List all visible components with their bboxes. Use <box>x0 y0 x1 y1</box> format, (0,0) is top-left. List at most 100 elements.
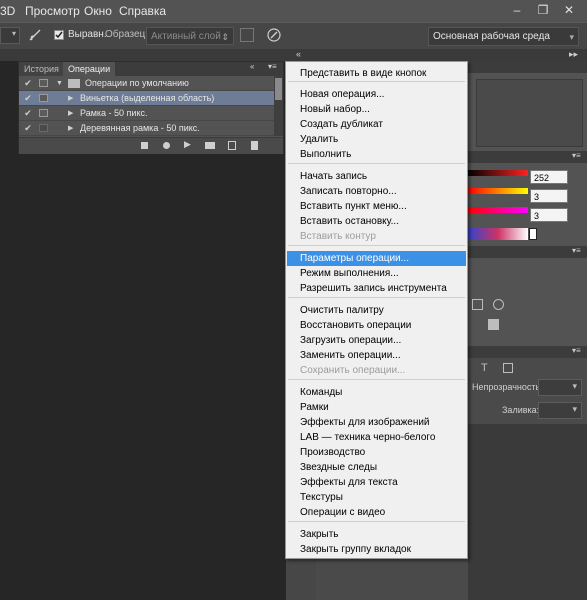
menu-item[interactable]: Очистить палитру <box>287 303 466 318</box>
green-value-field[interactable]: 3 <box>530 189 568 203</box>
menu-item[interactable]: Разрешить запись инструмента <box>287 281 466 296</box>
trash-icon[interactable] <box>251 141 258 150</box>
toggle-check-icon[interactable]: ✔ <box>23 121 33 136</box>
menu-separator <box>288 245 465 246</box>
align-checkbox[interactable] <box>54 30 64 40</box>
chevron-down-icon: ▾ <box>572 404 577 414</box>
expand-triangle-icon[interactable]: ▶ <box>68 121 73 136</box>
workspace-select[interactable]: Основная рабочая среда ▾ <box>428 27 579 46</box>
navigator-preview <box>476 79 583 147</box>
workspace-select-value: Основная рабочая среда <box>433 31 550 42</box>
menu-item[interactable]: Записать повторно... <box>287 184 466 199</box>
menu-item[interactable]: Новый набор... <box>287 102 466 117</box>
action-row-selected[interactable]: ✔ ▶ Виньетка (выделенная область) <box>19 91 274 106</box>
blue-slider-track[interactable] <box>468 207 528 213</box>
red-value-field[interactable]: 252 <box>530 170 568 184</box>
blue-value-field[interactable]: 3 <box>530 208 568 222</box>
dialog-toggle-icon[interactable] <box>39 79 48 87</box>
panel-menu-icon[interactable]: ▾≡ <box>572 246 581 255</box>
expand-triangle-icon[interactable]: ▶ <box>68 106 73 121</box>
menu-item: Сохранить операции... <box>300 365 406 376</box>
action-row[interactable]: ✔ ▶ Рамка - 50 пикс. <box>19 106 274 121</box>
menu-item[interactable]: Звездные следы <box>287 460 466 475</box>
green-slider-track[interactable] <box>468 188 528 194</box>
menu-item[interactable]: Эффекты для текста <box>287 475 466 490</box>
menu-item[interactable]: Вставить пункт меню... <box>287 199 466 214</box>
record-icon[interactable] <box>163 142 170 149</box>
menu-item[interactable]: Начать запись <box>287 169 466 184</box>
stop-icon[interactable] <box>141 142 148 149</box>
expand-triangle-icon[interactable]: ▶ <box>68 91 73 106</box>
menu-item[interactable]: Заменить операции... <box>287 348 466 363</box>
panel-menu-icon[interactable]: ▾≡ <box>572 151 581 160</box>
fill-field[interactable]: ▾ <box>538 402 582 419</box>
menu-item[interactable]: Производство <box>287 445 466 460</box>
close-window-icon[interactable]: ✕ <box>560 2 578 18</box>
dialog-toggle-icon[interactable] <box>39 109 48 117</box>
toggle-check-icon[interactable]: ✔ <box>23 91 33 106</box>
menu-item[interactable]: Операции с видео <box>287 505 466 520</box>
toggle-check-icon[interactable]: ✔ <box>23 76 33 91</box>
menu-item[interactable]: Представить в виде кнопок <box>287 66 466 81</box>
action-set-row[interactable]: ✔ ▼ Операции по умолчанию <box>19 76 274 91</box>
action-row[interactable]: ✔ ▶ Деревянная рамка - 50 пикс. <box>19 121 274 136</box>
sample-select[interactable]: Активный слой ⇕ <box>146 27 234 45</box>
menu-item[interactable]: Рамки <box>287 400 466 415</box>
brush-settings-icon[interactable] <box>28 28 44 42</box>
shape-filter-icon[interactable] <box>503 363 513 373</box>
collapse-icon[interactable]: « <box>250 62 254 71</box>
menu-item[interactable]: Эффекты для изображений <box>287 415 466 430</box>
menu-window[interactable]: Окно <box>84 4 112 18</box>
menu-item[interactable]: Выполнить <box>287 147 466 162</box>
menu-help[interactable]: Справка <box>119 4 166 18</box>
tab-actions[interactable]: Операции <box>63 62 116 76</box>
new-action-icon[interactable] <box>228 141 236 150</box>
restore-icon[interactable]: ❐ <box>534 2 552 18</box>
panel-menu-icon[interactable]: ▾≡ <box>268 62 277 71</box>
updown-icon: ⇕ <box>221 32 229 42</box>
menu-item[interactable]: Закрыть <box>287 527 466 542</box>
menu-item[interactable]: Создать дубликат <box>287 117 466 132</box>
menu-item[interactable]: Команды <box>287 385 466 400</box>
tab-history[interactable]: История <box>19 62 64 76</box>
dialog-toggle-icon[interactable] <box>39 124 48 132</box>
menu-separator <box>288 81 465 82</box>
color-ramp[interactable] <box>468 228 528 240</box>
opacity-field[interactable]: ▾ <box>538 379 582 396</box>
menu-item[interactable]: Режим выполнения... <box>287 266 466 281</box>
menu-view[interactable]: Просмотр <box>25 4 80 18</box>
play-icon[interactable]: ▶ <box>184 139 191 150</box>
channel-mixer-icon[interactable] <box>493 299 504 310</box>
toggle-check-icon[interactable]: ✔ <box>23 106 33 121</box>
pressure-icon[interactable] <box>266 27 282 43</box>
panel-menu-icon[interactable]: ▾≡ <box>572 346 581 355</box>
chevron-down-icon: ▾ <box>11 29 16 38</box>
ignore-adjustment-icon[interactable] <box>240 28 254 42</box>
expand-triangle-icon[interactable]: ▼ <box>56 76 63 91</box>
menu-bar: 3D Просмотр Окно Справка – ❐ ✕ <box>0 0 587 22</box>
menu-item[interactable]: Загрузить операции... <box>287 333 466 348</box>
white-swatch[interactable] <box>529 228 537 240</box>
minimize-icon[interactable]: – <box>508 2 526 18</box>
tool-size-dropdown[interactable]: ▾ <box>0 27 20 44</box>
menu-3d[interactable]: 3D <box>0 4 15 18</box>
menu-item[interactable]: Удалить <box>287 132 466 147</box>
adjustment-icon[interactable] <box>472 299 483 310</box>
red-slider-track[interactable] <box>468 170 528 176</box>
menu-item[interactable]: Параметры операции... <box>287 251 466 266</box>
type-filter-icon[interactable]: T <box>481 362 488 374</box>
menu-item[interactable]: Новая операция... <box>287 87 466 102</box>
dialog-toggle-icon[interactable] <box>39 94 48 102</box>
menu-separator <box>288 379 465 380</box>
menu-item[interactable]: Закрыть группу вкладок <box>287 542 466 557</box>
menu-item[interactable]: Текстуры <box>287 490 466 505</box>
collapse-panels-icon[interactable]: « <box>296 49 326 60</box>
action-label: Деревянная рамка - 50 пикс. <box>80 123 200 133</box>
menu-item[interactable]: LAB — техника черно-белого <box>287 430 466 445</box>
menu-item[interactable]: Вставить остановку... <box>287 214 466 229</box>
new-set-folder-icon[interactable] <box>205 142 215 149</box>
scrollbar-thumb[interactable] <box>275 78 282 100</box>
adjustment-icon[interactable] <box>488 319 499 330</box>
menu-item[interactable]: Восстановить операции <box>287 318 466 333</box>
expand-panels-icon[interactable]: ▸▸ <box>569 49 583 60</box>
